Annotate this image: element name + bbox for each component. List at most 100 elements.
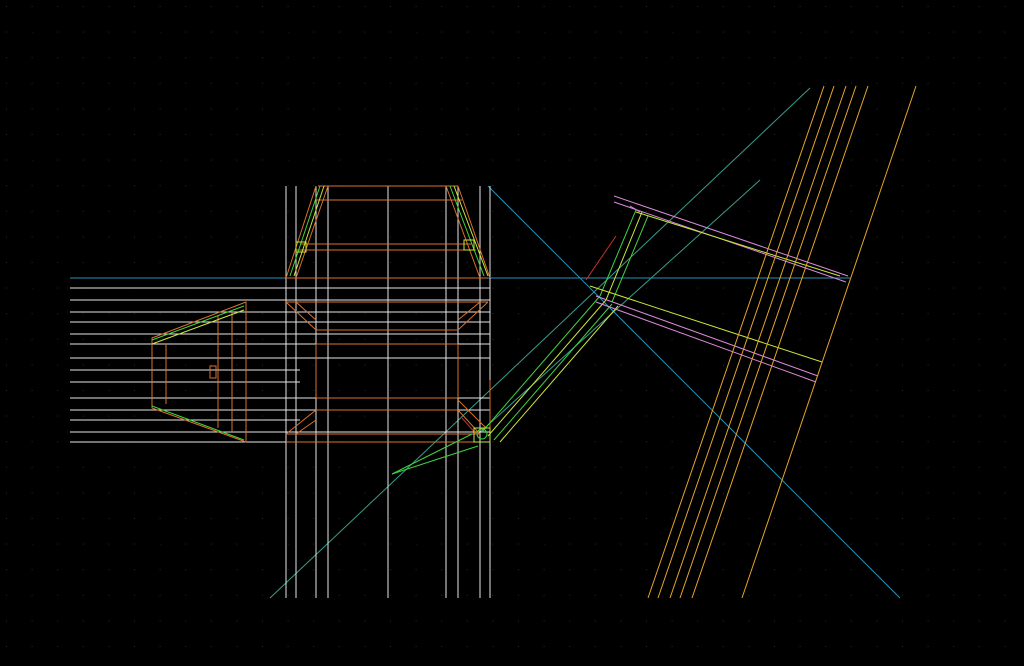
grid-dot (1004, 236, 1006, 238)
grid-dot (185, 492, 187, 494)
grid-dot (620, 594, 622, 596)
grid-dot (876, 620, 878, 622)
grid-dot (774, 518, 775, 519)
grid-dot (774, 646, 775, 647)
grid-dot (185, 543, 187, 545)
grid-dot (364, 82, 366, 84)
grid-dot (134, 415, 135, 417)
grid-dot (543, 364, 545, 366)
grid-dot (927, 31, 929, 33)
grid-dot (415, 518, 417, 519)
grid-dot (978, 31, 980, 33)
grid-dot (108, 466, 110, 468)
grid-dot (825, 287, 827, 289)
grid-dot (646, 518, 647, 519)
grid-dot (671, 569, 673, 571)
grid-dot (6, 6, 7, 7)
grid-dot (646, 57, 647, 59)
grid-dot (364, 569, 366, 571)
grid-dot (1004, 441, 1006, 443)
grid-dot (543, 415, 545, 417)
grid-dot (210, 185, 212, 187)
grid-dot (850, 236, 852, 238)
grid-dot (159, 57, 161, 59)
grid-dot (108, 492, 110, 494)
grid-dot (620, 57, 622, 59)
grid-dot (927, 262, 929, 263)
grid-dot (953, 466, 955, 468)
grid-dot (799, 492, 801, 494)
grid-dot (876, 6, 878, 7)
grid-dot (850, 82, 852, 84)
grid-dot (236, 466, 238, 468)
grid-dot (594, 569, 596, 571)
grid-dot (57, 338, 59, 340)
cad-drawing-canvas[interactable] (0, 0, 1024, 666)
grid-dot (57, 262, 59, 263)
grid-dot (82, 390, 84, 391)
grid-dot (31, 210, 33, 212)
grid-dot (850, 594, 852, 596)
grid-dot (210, 313, 212, 315)
grid-dot (748, 210, 750, 212)
grid-dot (492, 82, 494, 84)
grid-dot (902, 466, 903, 468)
grid-dot (57, 492, 59, 494)
grid-dot (569, 134, 571, 135)
grid-dot (338, 108, 340, 110)
grid-dot (57, 390, 59, 391)
grid-dot (927, 466, 929, 468)
grid-dot (902, 492, 903, 494)
grid-dot (1004, 57, 1006, 59)
grid-dot (185, 134, 187, 135)
grid-dot (134, 646, 135, 647)
grid-dot (492, 594, 494, 596)
grid-dot (697, 390, 699, 391)
grid-dot (415, 492, 417, 494)
grid-dot (6, 159, 7, 161)
grid-dot (518, 82, 519, 84)
grid-dot (927, 287, 929, 289)
grid-dot (262, 57, 263, 59)
grid-dot (646, 466, 647, 468)
grid-dot (722, 415, 724, 417)
grid-dot (185, 236, 187, 238)
grid-dot (313, 262, 315, 263)
grid-dot (543, 466, 545, 468)
grid-dot (441, 543, 443, 545)
grid-dot (850, 646, 852, 647)
grid-dot (646, 159, 647, 161)
grid-dot (953, 31, 955, 33)
grid-dot (722, 466, 724, 468)
grid-dot (82, 492, 84, 494)
grid-dot (441, 338, 443, 340)
grid-dot (466, 492, 468, 494)
grid-dot (799, 31, 801, 33)
grid-dot (134, 185, 135, 187)
grid-dot (390, 415, 391, 417)
grid-dot (594, 543, 596, 545)
grid-dot (313, 210, 315, 212)
grid-dot (902, 185, 903, 187)
grid-dot (236, 159, 238, 161)
grid-dot (185, 569, 187, 571)
grid-dot (850, 492, 852, 494)
grid-dot (927, 569, 929, 571)
grid-dot (953, 287, 955, 289)
grid-dot (185, 594, 187, 596)
grid-dot (441, 390, 443, 391)
grid-dot (620, 236, 622, 238)
grid-dot (57, 236, 59, 238)
grid-dot (927, 210, 929, 212)
grid-dot (210, 82, 212, 84)
grid-dot (466, 262, 468, 263)
grid-dot (543, 159, 545, 161)
grid-dot (799, 210, 801, 212)
grid-dot (82, 313, 84, 315)
grid-dot (876, 518, 878, 519)
grid-dot (825, 134, 827, 135)
grid-dot (134, 236, 135, 238)
grid-dot (722, 492, 724, 494)
grid-dot (825, 390, 827, 391)
grid-dot (697, 313, 699, 315)
